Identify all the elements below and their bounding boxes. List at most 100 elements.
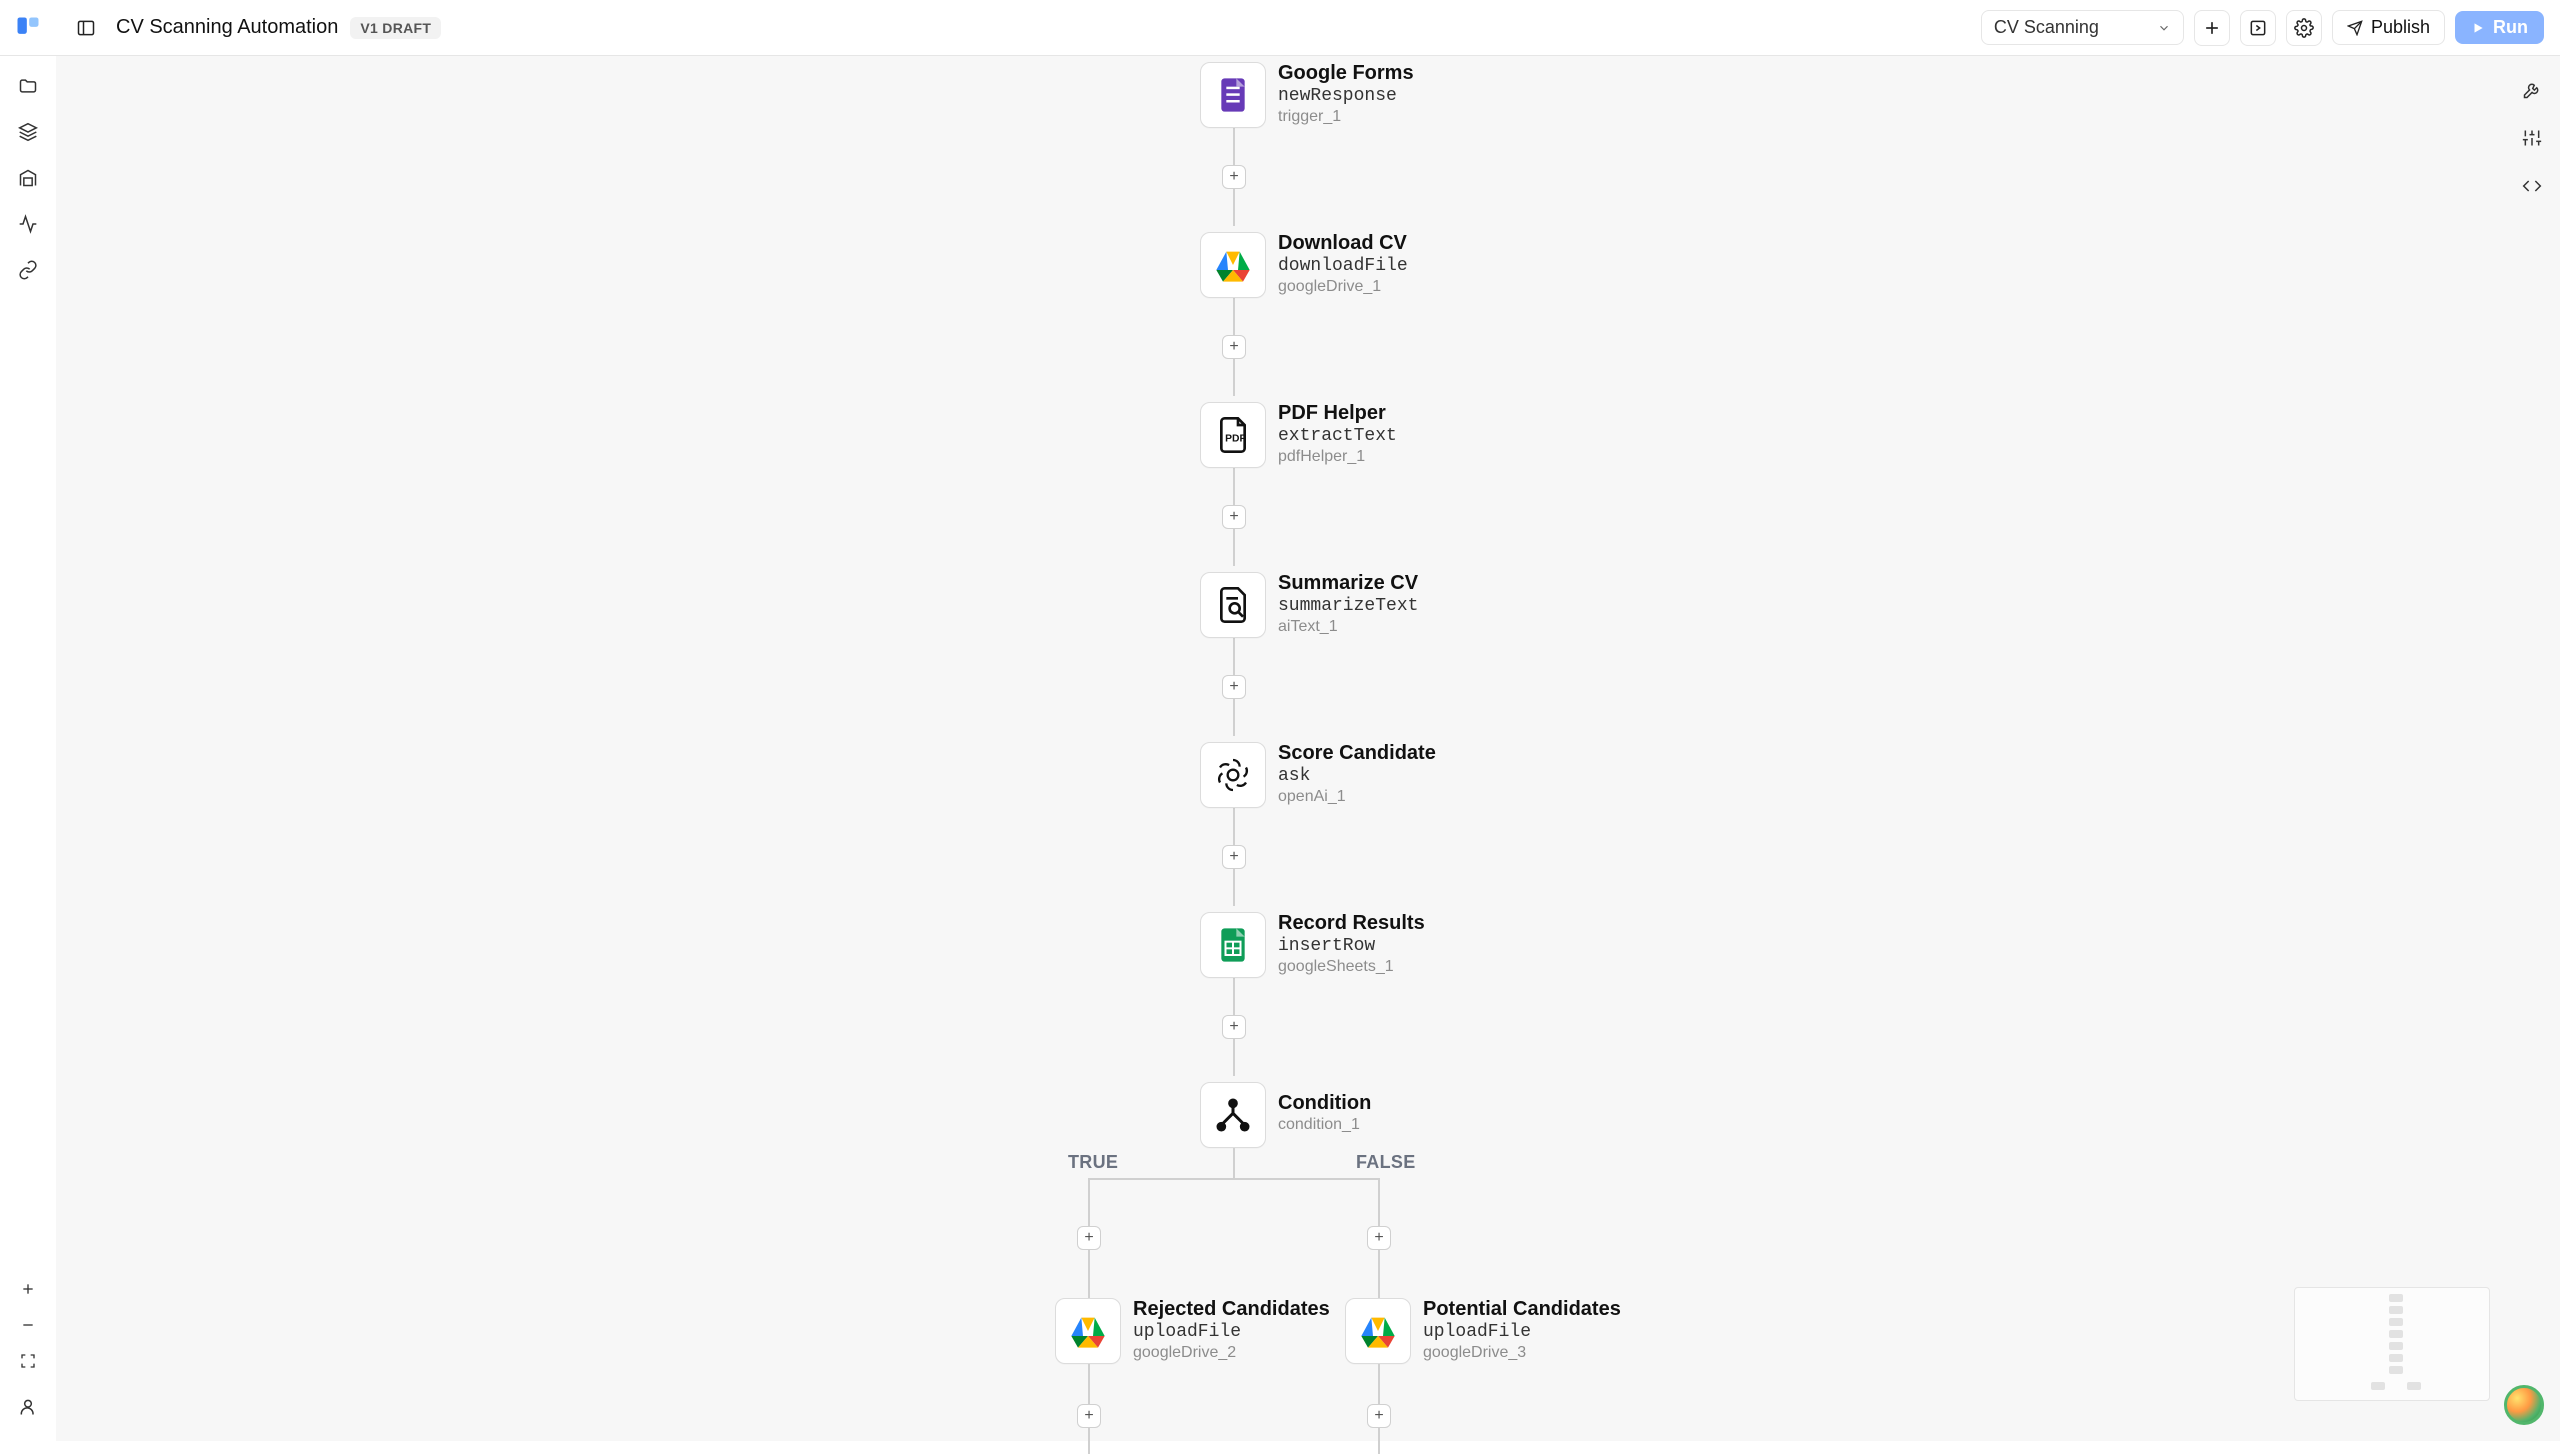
user-avatar[interactable] [2504, 1385, 2544, 1425]
doc-search-icon [1213, 585, 1253, 625]
settings-button[interactable] [2286, 10, 2322, 46]
run-label: Run [2493, 17, 2528, 38]
header-left: CV Scanning Automation V1 DRAFT [0, 0, 441, 55]
node-labels: Score Candidate ask openAi_1 [1278, 742, 1436, 806]
node-icon-box [1055, 1298, 1121, 1364]
node-id: openAi_1 [1278, 788, 1436, 806]
node-summarize-cv[interactable]: Summarize CV summarizeText aiText_1 [1200, 572, 1418, 638]
sidebar-toggle[interactable] [72, 14, 100, 42]
node-labels: Download CV downloadFile googleDrive_1 [1278, 232, 1408, 296]
title-block: CV Scanning Automation V1 DRAFT [116, 16, 441, 39]
node-title: Rejected Candidates [1133, 1298, 1330, 1321]
add-step-button[interactable]: + [1367, 1226, 1391, 1250]
user-icon [18, 1397, 38, 1417]
node-id: pdfHelper_1 [1278, 448, 1397, 466]
run-button[interactable]: Run [2455, 11, 2544, 44]
rail-zoom-out[interactable] [10, 1307, 46, 1343]
node-title: Score Candidate [1278, 742, 1436, 765]
connector [1088, 1178, 1378, 1180]
maximize-icon [20, 1353, 36, 1369]
add-step-button[interactable]: + [1222, 1015, 1246, 1039]
node-title: Summarize CV [1278, 572, 1418, 595]
node-action: downloadFile [1278, 256, 1408, 277]
node-title: Google Forms [1278, 62, 1414, 85]
node-icon-box [1200, 572, 1266, 638]
dropdown-label: CV Scanning [1994, 17, 2099, 38]
right-rail-tools[interactable] [2514, 72, 2550, 108]
add-step-button[interactable]: + [1222, 505, 1246, 529]
rail-bottom [10, 1271, 46, 1441]
link-icon [18, 260, 38, 280]
node-action: ask [1278, 766, 1436, 787]
send-icon [2347, 20, 2363, 36]
version-badge: V1 DRAFT [350, 17, 441, 39]
node-icon-box [1345, 1298, 1411, 1364]
workflow-title: CV Scanning Automation [116, 16, 338, 39]
layers-icon [18, 122, 38, 142]
node-id: googleDrive_1 [1278, 278, 1408, 296]
node-action: newResponse [1278, 86, 1414, 107]
add-step-button[interactable]: + [1077, 1404, 1101, 1428]
node-title: Condition [1278, 1092, 1371, 1115]
plus-icon [2202, 18, 2222, 38]
folder-icon [18, 76, 38, 96]
node-icon-box [1200, 232, 1266, 298]
rail-library[interactable] [10, 160, 46, 196]
minus-icon [20, 1317, 36, 1333]
node-potential-candidates[interactable]: Potential Candidates uploadFile googleDr… [1345, 1298, 1621, 1364]
publish-label: Publish [2371, 17, 2430, 38]
add-step-button[interactable]: + [1222, 165, 1246, 189]
node-id: googleDrive_3 [1423, 1344, 1621, 1362]
rail-activity[interactable] [10, 206, 46, 242]
node-icon-box [1200, 742, 1266, 808]
app-header: CV Scanning Automation V1 DRAFT CV Scann… [0, 0, 2560, 56]
app-logo[interactable] [0, 0, 56, 56]
node-google-forms[interactable]: Google Forms newResponse trigger_1 [1200, 62, 1414, 128]
rail-zoom-in[interactable] [10, 1271, 46, 1307]
workflow-dropdown[interactable]: CV Scanning [1981, 10, 2184, 45]
import-button[interactable] [2240, 10, 2276, 46]
rail-link[interactable] [10, 252, 46, 288]
rail-folder[interactable] [10, 68, 46, 104]
add-step-button[interactable]: + [1222, 845, 1246, 869]
node-action: uploadFile [1423, 1322, 1621, 1343]
publish-button[interactable]: Publish [2332, 10, 2445, 45]
node-id: googleDrive_2 [1133, 1344, 1330, 1362]
sliders-icon [2522, 128, 2542, 148]
library-icon [18, 168, 38, 188]
node-labels: PDF Helper extractText pdfHelper_1 [1278, 402, 1397, 466]
add-step-button[interactable]: + [1077, 1226, 1101, 1250]
node-title: PDF Helper [1278, 402, 1397, 425]
plus-icon [20, 1281, 36, 1297]
minimap[interactable] [2294, 1287, 2490, 1401]
add-step-button[interactable]: + [1222, 335, 1246, 359]
openai-icon [1213, 755, 1253, 795]
google-drive-icon [1358, 1311, 1398, 1351]
node-score-candidate[interactable]: Score Candidate ask openAi_1 [1200, 742, 1436, 808]
node-download-cv[interactable]: Download CV downloadFile googleDrive_1 [1200, 232, 1408, 298]
node-record-results[interactable]: Record Results insertRow googleSheets_1 [1200, 912, 1425, 978]
node-labels: Record Results insertRow googleSheets_1 [1278, 912, 1425, 976]
play-icon [2471, 21, 2485, 35]
rail-profile[interactable] [10, 1389, 46, 1425]
add-step-button[interactable]: + [1367, 1404, 1391, 1428]
add-button[interactable] [2194, 10, 2230, 46]
import-icon [2248, 18, 2268, 38]
google-drive-icon [1213, 245, 1253, 285]
connector [1233, 1148, 1235, 1178]
node-action: insertRow [1278, 936, 1425, 957]
node-icon-box [1200, 912, 1266, 978]
workflow-canvas[interactable]: + + + + + + Google Forms newResponse tri… [56, 56, 2560, 1441]
node-condition[interactable]: Condition condition_1 [1200, 1082, 1371, 1148]
header-right: CV Scanning Publish Run [1981, 10, 2544, 46]
right-rail-sliders[interactable] [2514, 120, 2550, 156]
node-action: summarizeText [1278, 596, 1418, 617]
rail-layers[interactable] [10, 114, 46, 150]
node-pdf-helper[interactable]: PDF PDF Helper extractText pdfHelper_1 [1200, 402, 1397, 468]
rail-fullscreen[interactable] [10, 1343, 46, 1379]
google-sheets-icon [1213, 925, 1253, 965]
add-step-button[interactable]: + [1222, 675, 1246, 699]
right-rail-code[interactable] [2514, 168, 2550, 204]
node-labels: Condition condition_1 [1278, 1082, 1371, 1134]
node-rejected-candidates[interactable]: Rejected Candidates uploadFile googleDri… [1055, 1298, 1330, 1364]
